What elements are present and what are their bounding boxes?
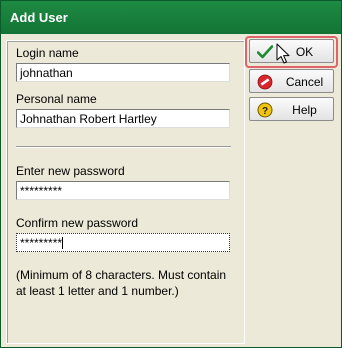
- cancel-button[interactable]: Cancel: [249, 69, 334, 93]
- separator: [16, 146, 231, 148]
- cancel-button-label: Cancel: [285, 75, 324, 89]
- personal-name-label: Personal name: [16, 92, 97, 106]
- user-form-panel: Login name johnathan Personal name Johna…: [6, 40, 245, 344]
- checkmark-icon: [257, 45, 273, 59]
- personal-name-field[interactable]: Johnathan Robert Hartley: [16, 109, 230, 128]
- titlebar[interactable]: Add User: [1, 1, 341, 34]
- add-user-dialog: Add User Login name johnathan Personal n…: [0, 0, 342, 348]
- svg-text:?: ?: [262, 106, 268, 117]
- window-title: Add User: [10, 10, 68, 25]
- confirm-password-value: *********: [20, 236, 63, 250]
- no-entry-icon: [257, 74, 273, 90]
- login-name-label: Login name: [16, 46, 79, 60]
- new-password-field[interactable]: *********: [16, 181, 230, 200]
- question-icon: ?: [257, 102, 273, 118]
- login-name-field[interactable]: johnathan: [16, 63, 230, 82]
- help-button-label: Help: [292, 103, 317, 117]
- password-hint-line1: (Minimum of 8 characters. Must contain: [16, 268, 227, 282]
- help-button[interactable]: ? Help: [249, 97, 334, 121]
- mouse-pointer-icon: [276, 43, 290, 64]
- confirm-password-field[interactable]: *********: [16, 233, 230, 252]
- password-hint: (Minimum of 8 characters. Must contain a…: [16, 267, 234, 299]
- text-caret: [62, 237, 64, 249]
- new-password-label: Enter new password: [16, 164, 125, 178]
- password-hint-line2: at least 1 letter and 1 number.): [16, 284, 179, 298]
- confirm-password-label: Confirm new password: [16, 216, 139, 230]
